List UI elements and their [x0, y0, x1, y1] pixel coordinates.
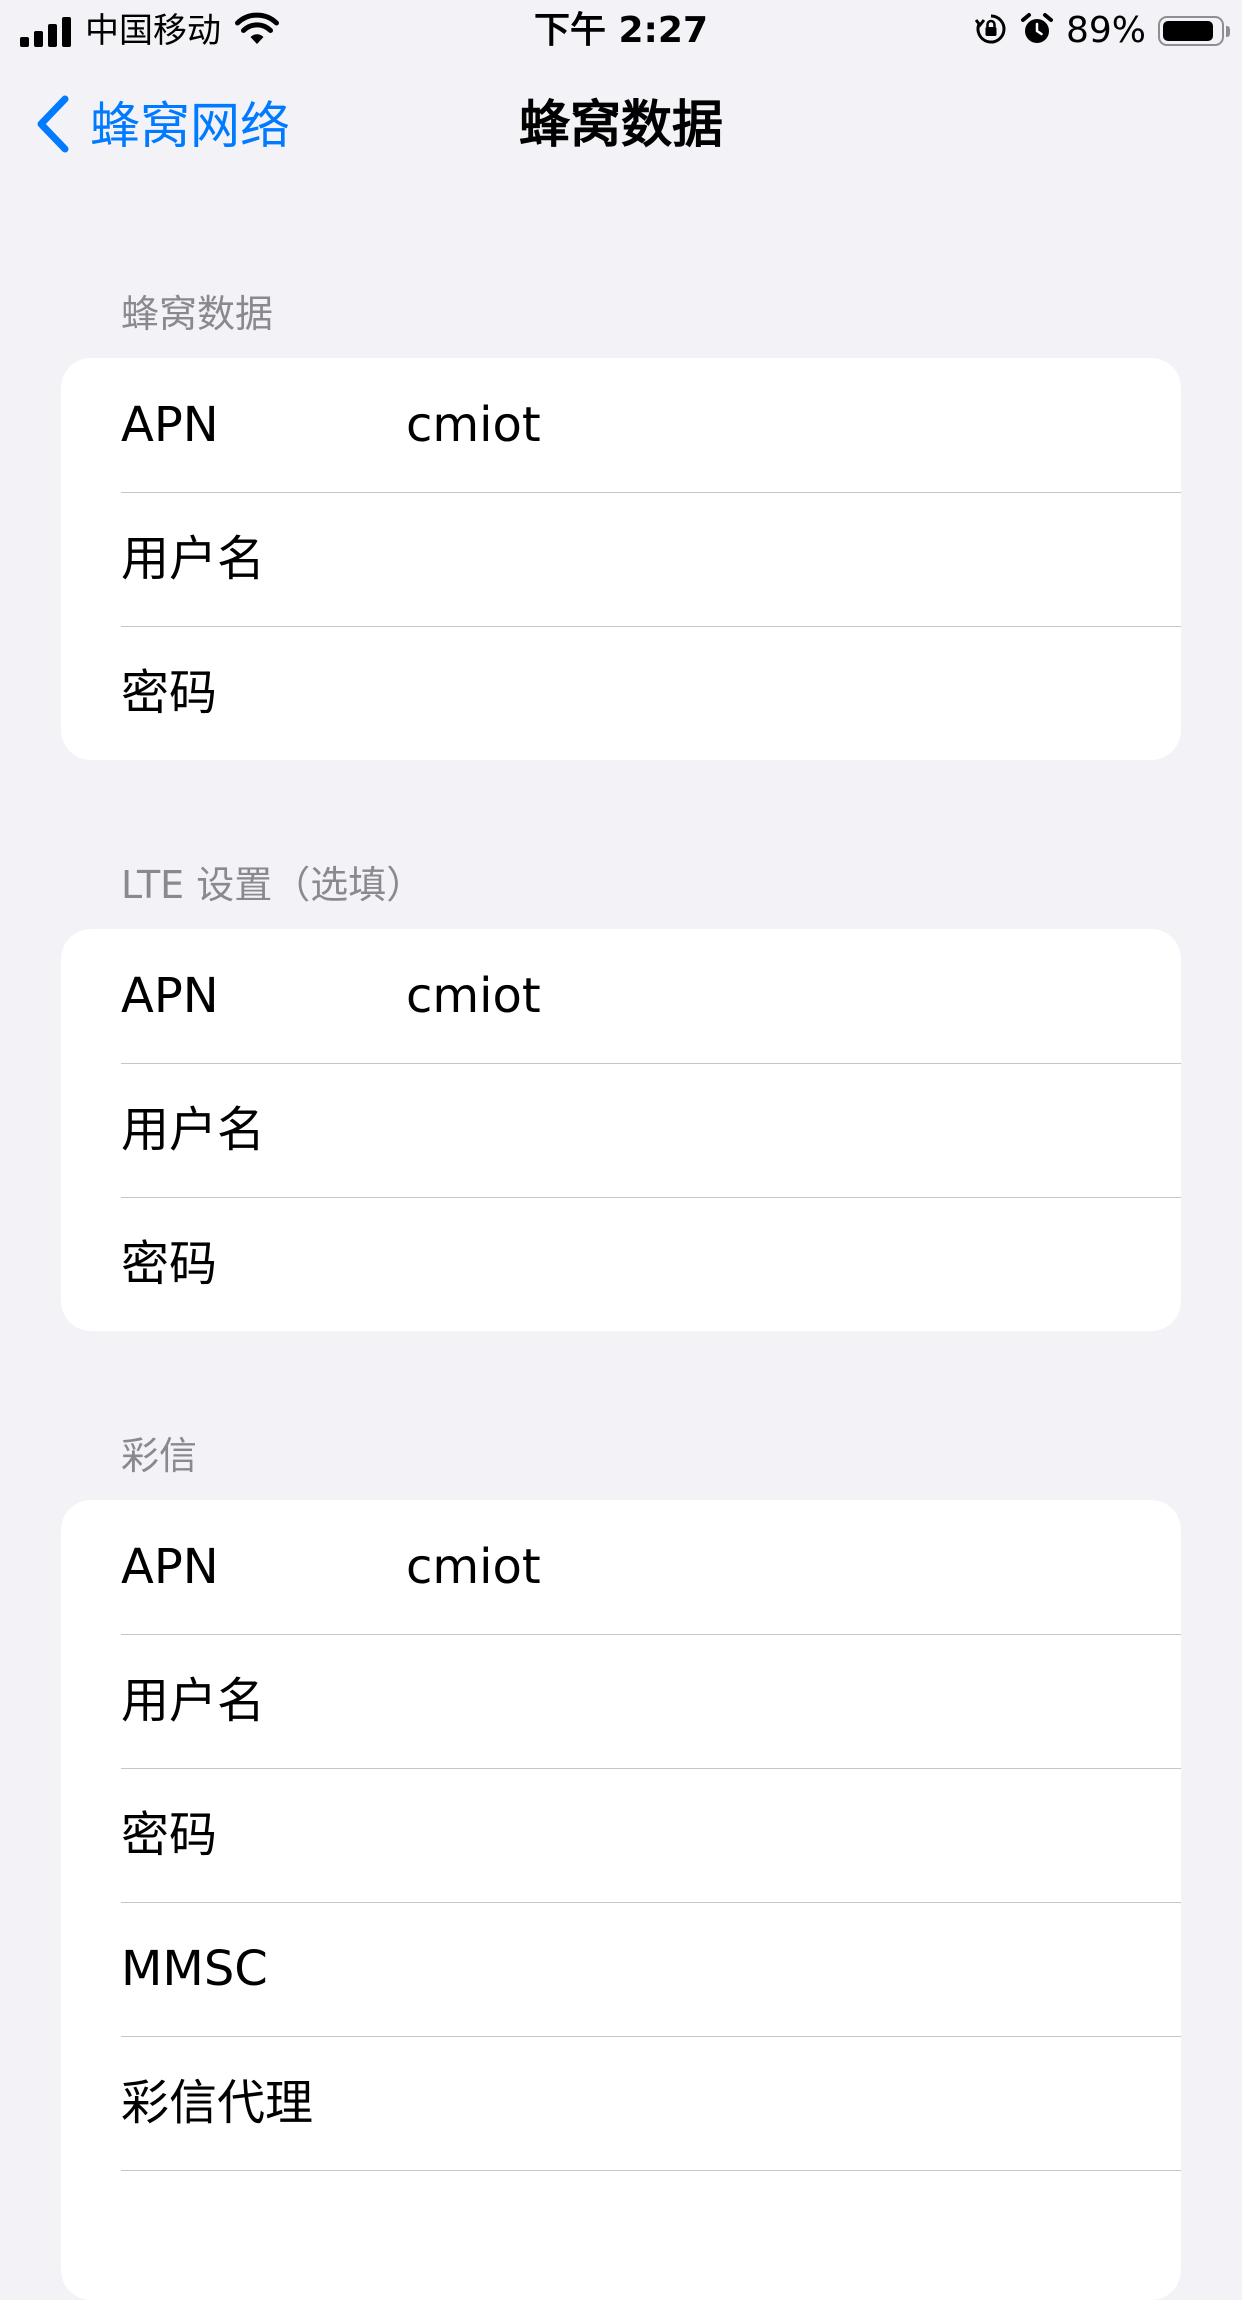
username-input[interactable]	[406, 1098, 1146, 1162]
field-label: 密码	[121, 665, 218, 721]
field-label: MMSC	[121, 1941, 268, 1997]
field-row-mms-proxy[interactable]: 彩信代理	[61, 2036, 1181, 2170]
section-header: 蜂窝数据	[121, 292, 274, 336]
field-row-username[interactable]: 用户名	[61, 492, 1181, 626]
orientation-lock-icon	[974, 12, 1008, 50]
settings-card: APN 用户名 密码 MMSC 彩信代理	[61, 1500, 1181, 2300]
settings-card: APN 用户名 密码	[61, 358, 1181, 760]
username-input[interactable]	[406, 1669, 1146, 1733]
field-label: APN	[121, 968, 219, 1024]
field-row-password[interactable]: 密码	[61, 1197, 1181, 1331]
field-label: 用户名	[121, 1102, 266, 1158]
field-row-next[interactable]	[61, 2170, 1181, 2300]
field-label: APN	[121, 397, 219, 453]
mmsc-input[interactable]	[406, 1937, 1146, 2001]
battery-icon	[1158, 16, 1230, 46]
navigation-bar: 蜂窝网络 蜂窝数据	[0, 66, 1242, 186]
password-input[interactable]	[406, 1232, 1146, 1296]
field-row-password[interactable]: 密码	[61, 1768, 1181, 1902]
field-row-username[interactable]: 用户名	[61, 1063, 1181, 1197]
section-header: 彩信	[121, 1434, 198, 1478]
alarm-clock-icon	[1020, 12, 1054, 50]
status-right: 89%	[974, 8, 1230, 54]
field-label: 彩信代理	[121, 2075, 314, 2131]
field-row-password[interactable]: 密码	[61, 626, 1181, 760]
password-input[interactable]	[406, 661, 1146, 725]
page-title: 蜂窝数据	[518, 96, 723, 155]
username-input[interactable]	[406, 527, 1146, 591]
field-label: 用户名	[121, 531, 266, 587]
field-label: 密码	[121, 1807, 218, 1863]
status-bar: 中国移动 下午 2:27 89%	[0, 0, 1242, 66]
section-header: LTE 设置（选填）	[121, 863, 425, 907]
mms-proxy-input[interactable]	[406, 2071, 1146, 2135]
field-row-mmsc[interactable]: MMSC	[61, 1902, 1181, 2036]
field-row-apn[interactable]: APN	[61, 1500, 1181, 1634]
battery-percentage: 89%	[1065, 10, 1146, 51]
field-row-apn[interactable]: APN	[61, 929, 1181, 1063]
field-label: APN	[121, 1539, 219, 1595]
field-row-apn[interactable]: APN	[61, 358, 1181, 492]
field-label: 用户名	[121, 1673, 266, 1729]
apn-input[interactable]	[406, 1535, 1146, 1599]
battery-level-fill	[1163, 21, 1213, 41]
apn-input[interactable]	[406, 393, 1146, 457]
password-input[interactable]	[406, 1803, 1146, 1867]
settings-card: APN 用户名 密码	[61, 929, 1181, 1331]
field-row-username[interactable]: 用户名	[61, 1634, 1181, 1768]
field-label: 密码	[121, 1236, 218, 1292]
battery-cap	[1226, 26, 1230, 37]
apn-input[interactable]	[406, 964, 1146, 1028]
